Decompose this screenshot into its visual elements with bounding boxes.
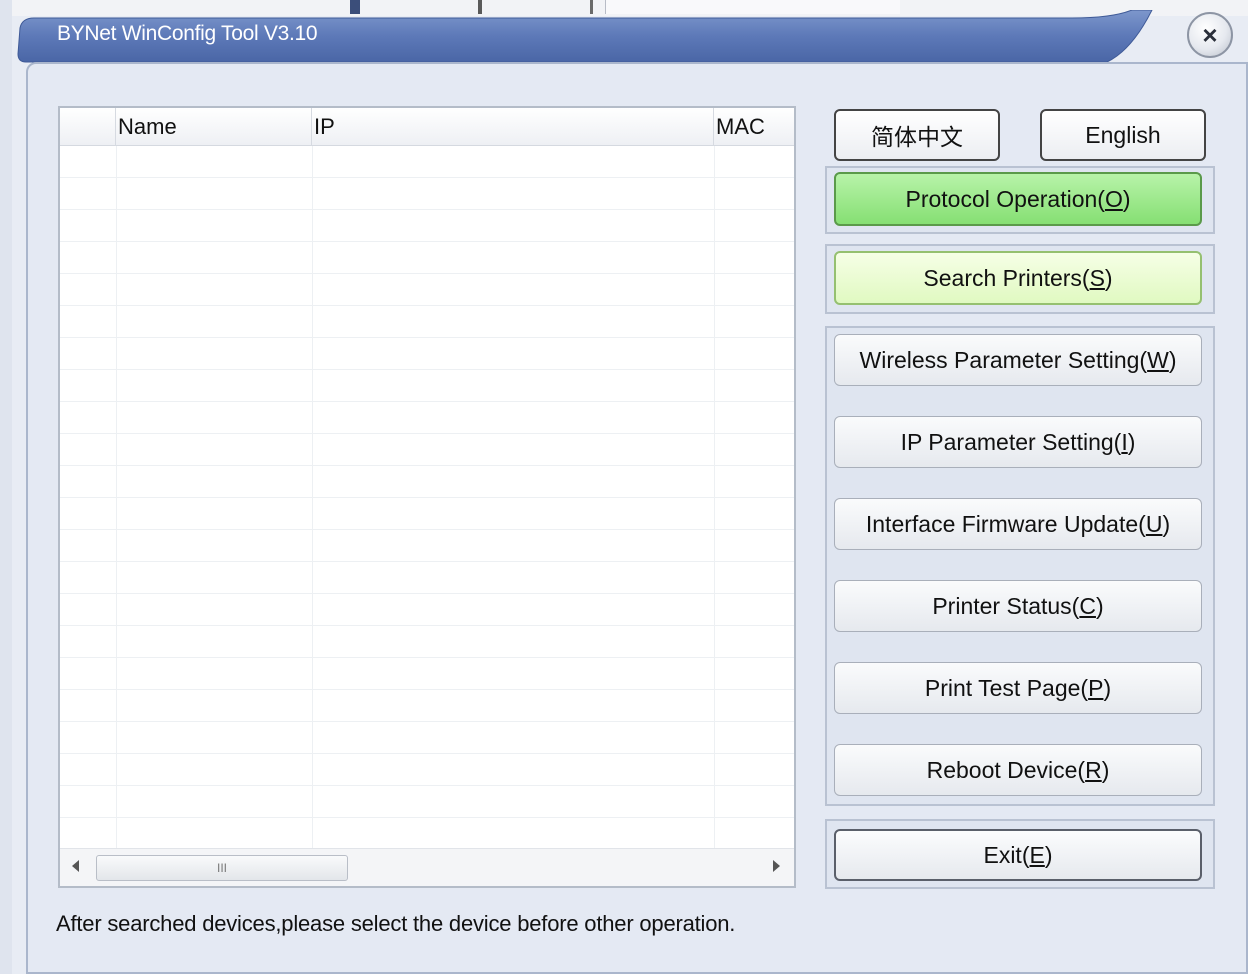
empty-row (60, 210, 794, 242)
client-area: Name IP MAC III 简体中文 English Protocol Op… (26, 62, 1248, 974)
empty-row (60, 274, 794, 306)
interface-firmware-update-button[interactable]: Interface Firmware Update(U) (834, 498, 1202, 550)
ip-parameter-label: IP Parameter Setting(I) (900, 428, 1136, 455)
empty-row (60, 786, 794, 818)
chinese-language-button[interactable]: 简体中文 (834, 109, 1000, 161)
firmware-update-label: Interface Firmware Update(U) (865, 510, 1171, 537)
scroll-right-arrow-icon[interactable] (773, 860, 780, 872)
printer-status-button[interactable]: Printer Status(C) (834, 580, 1202, 632)
empty-row (60, 338, 794, 370)
close-icon: × (1202, 19, 1218, 50)
column-header-index[interactable] (60, 108, 116, 146)
empty-row (60, 530, 794, 562)
empty-row (60, 690, 794, 722)
empty-row (60, 562, 794, 594)
status-message: After searched devices,please select the… (56, 911, 736, 936)
empty-row (60, 754, 794, 786)
window-title: BYNet WinConfig Tool V3.10 (57, 22, 318, 45)
empty-row (60, 146, 794, 178)
empty-row (60, 658, 794, 690)
protocol-operation-button[interactable]: Protocol Operation(O) (834, 172, 1202, 226)
column-header-mac[interactable]: MAC (714, 108, 794, 146)
exit-button[interactable]: Exit(E) (834, 829, 1202, 881)
empty-row (60, 434, 794, 466)
empty-row (60, 498, 794, 530)
scrollbar-thumb[interactable]: III (96, 855, 348, 881)
horizontal-scrollbar[interactable]: III (60, 848, 794, 886)
empty-row (60, 242, 794, 274)
empty-row (60, 818, 794, 848)
printer-status-label: Printer Status(C) (932, 592, 1104, 619)
print-test-page-label: Print Test Page(P) (924, 674, 1112, 701)
wireless-parameter-setting-button[interactable]: Wireless Parameter Setting(W) (834, 334, 1202, 386)
protocol-operation-label: Protocol Operation(O) (905, 185, 1131, 212)
english-language-button[interactable]: English (1040, 109, 1206, 161)
empty-row (60, 626, 794, 658)
empty-row (60, 466, 794, 498)
empty-row (60, 178, 794, 210)
english-language-label: English (1085, 121, 1161, 148)
search-printers-button[interactable]: Search Printers(S) (834, 251, 1202, 305)
app-window: BYNet WinConfig Tool V3.10 × Name IP MAC (12, 10, 1248, 974)
close-button[interactable]: × (1187, 12, 1233, 58)
ip-parameter-setting-button[interactable]: IP Parameter Setting(I) (834, 416, 1202, 468)
desktop-background-left (0, 0, 12, 974)
settings-group (825, 326, 1215, 806)
column-header-name[interactable]: Name (116, 108, 312, 146)
empty-row (60, 722, 794, 754)
list-body[interactable] (60, 146, 794, 848)
scroll-left-arrow-icon[interactable] (72, 860, 79, 872)
reboot-device-button[interactable]: Reboot Device(R) (834, 744, 1202, 796)
chinese-language-label: 简体中文 (871, 124, 963, 150)
print-test-page-button[interactable]: Print Test Page(P) (834, 662, 1202, 714)
exit-label: Exit(E) (983, 841, 1053, 868)
reboot-device-label: Reboot Device(R) (926, 756, 1110, 783)
empty-row (60, 370, 794, 402)
device-list[interactable]: Name IP MAC III (58, 106, 796, 888)
search-printers-label: Search Printers(S) (923, 264, 1113, 291)
empty-row (60, 306, 794, 338)
list-header: Name IP MAC (60, 108, 794, 146)
column-header-ip[interactable]: IP (312, 108, 714, 146)
empty-row (60, 594, 794, 626)
empty-row (60, 402, 794, 434)
wireless-parameter-label: Wireless Parameter Setting(W) (859, 346, 1177, 373)
